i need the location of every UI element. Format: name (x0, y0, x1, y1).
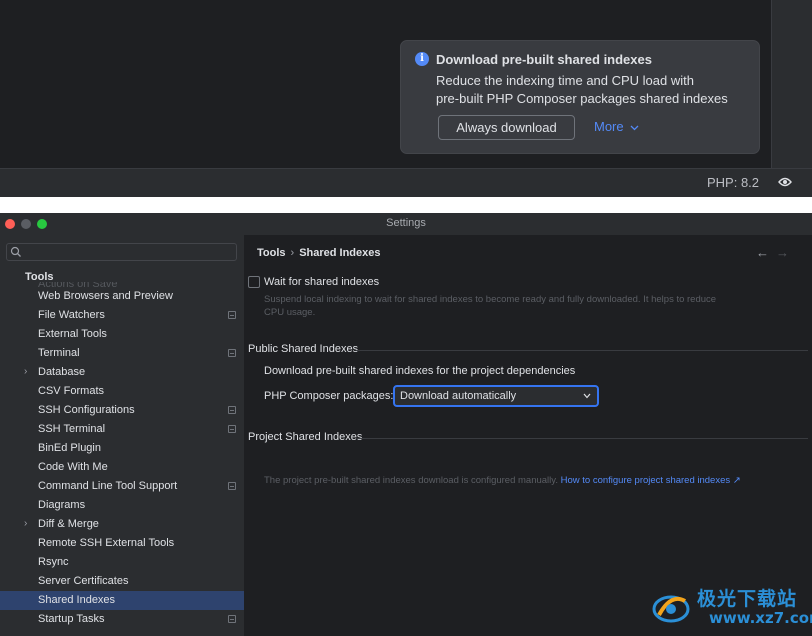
sidebar-item-label: Command Line Tool Support (38, 480, 178, 492)
wait-shared-indexes-description: Suspend local indexing to wait for share… (264, 294, 717, 318)
sidebar-item-label: BinEd Plugin (38, 442, 101, 454)
project-level-icon (228, 406, 236, 414)
project-section-title: Project Shared Indexes (248, 431, 363, 443)
sidebar-item[interactable]: SSH Terminal (0, 420, 244, 439)
sidebar-item[interactable]: Code With Me (0, 458, 244, 477)
window-title: Settings (386, 217, 426, 229)
eye-icon[interactable] (778, 177, 792, 187)
sidebar-item[interactable]: Startup Tasks (0, 610, 244, 629)
project-level-icon (228, 615, 236, 623)
status-bar (0, 169, 812, 197)
php-version-widget[interactable]: PHP: 8.2 (707, 175, 759, 190)
watermark-text: 极光下载站 (697, 588, 798, 610)
sidebar-item-label: SSH Configurations (38, 404, 135, 416)
sidebar-item-label: Shared Indexes (38, 594, 116, 606)
sidebar-item-label: Startup Tasks (38, 613, 105, 625)
notification-body-line2: pre-built PHP Composer packages shared i… (436, 91, 728, 106)
back-arrow-icon[interactable]: ← (756, 245, 769, 260)
chevron-right-icon[interactable]: › (24, 518, 27, 529)
sidebar-item-label: Diff & Merge (38, 518, 99, 530)
sidebar-item[interactable]: CSV Formats (0, 382, 244, 401)
sidebar-item-label: Remote SSH External Tools (38, 537, 175, 549)
sidebar-item-label: SSH Terminal (38, 423, 106, 435)
sidebar-item[interactable]: BinEd Plugin (0, 439, 244, 458)
forward-arrow-icon[interactable]: → (776, 245, 789, 260)
composer-packages-label: PHP Composer packages: (264, 390, 394, 402)
project-level-icon (228, 425, 236, 433)
notification-balloon: i Download pre-built shared indexes Redu… (400, 40, 760, 154)
breadcrumb-parent[interactable]: Tools (257, 247, 286, 259)
project-section-text: The project pre-built shared indexes dow… (264, 475, 741, 486)
sidebar-item[interactable]: Web Browsers and Preview (0, 287, 244, 306)
watermark-url: www.xz7.com (709, 609, 812, 627)
sidebar-item-label: Terminal (38, 347, 80, 359)
sidebar-item[interactable]: Server Certificates (0, 572, 244, 591)
section-separator (356, 438, 808, 439)
chevron-down-icon (583, 393, 591, 399)
sidebar-item[interactable]: Rsync (0, 553, 244, 572)
sidebar-item-label: File Watchers (38, 309, 105, 321)
search-input[interactable] (27, 245, 232, 259)
notification-body: Reduce the indexing time and CPU load wi… (436, 72, 756, 108)
public-section-title: Public Shared Indexes (248, 343, 359, 355)
sidebar-item-label: CSV Formats (38, 385, 105, 397)
right-tool-strip (771, 0, 812, 168)
ide-window: PHP: 8.2 i Download pre-built shared ind… (0, 0, 812, 197)
sidebar-item-label: Web Browsers and Preview (38, 290, 173, 302)
public-section-text: Download pre-built shared indexes for th… (264, 365, 576, 377)
sidebar-item[interactable]: Command Line Tool Support (0, 477, 244, 496)
notification-body-line1: Reduce the indexing time and CPU load wi… (436, 73, 694, 88)
watermark-logo-icon (652, 595, 690, 623)
search-field[interactable] (6, 243, 237, 261)
chevron-right-icon[interactable]: › (24, 366, 27, 377)
sidebar-item-label: Code With Me (38, 461, 108, 473)
composer-packages-dropdown[interactable]: Download automatically (393, 385, 599, 407)
composer-packages-value: Download automatically (400, 390, 517, 402)
project-section-description: The project pre-built shared indexes dow… (264, 475, 558, 486)
sidebar-item[interactable]: › Database (0, 363, 244, 382)
project-level-icon (228, 311, 236, 319)
breadcrumb-separator: › (290, 247, 295, 259)
sidebar-item-label: External Tools (38, 328, 107, 340)
chevron-down-icon (630, 125, 639, 130)
breadcrumb: Tools › Shared Indexes (257, 247, 381, 259)
configure-shared-indexes-link[interactable]: How to configure project shared indexes … (561, 475, 741, 486)
sidebar-item-label: Diagrams (38, 499, 86, 511)
settings-sidebar: Actions on Save Tools Web Browsers and P… (0, 235, 244, 636)
sidebar-item[interactable]: Terminal (0, 344, 244, 363)
window-gap (0, 197, 812, 213)
sidebar-item[interactable]: External Tools (0, 325, 244, 344)
project-level-icon (228, 349, 236, 357)
sidebar-item[interactable]: SSH Configurations (0, 401, 244, 420)
sidebar-item[interactable]: › Diff & Merge (0, 515, 244, 534)
wait-shared-indexes-checkbox[interactable] (248, 276, 260, 288)
title-bar: Settings (0, 213, 812, 235)
sidebar-item[interactable]: File Watchers (0, 306, 244, 325)
notification-title: Download pre-built shared indexes (436, 52, 652, 67)
breadcrumb-current: Shared Indexes (299, 247, 381, 259)
more-label: More (594, 119, 624, 134)
sidebar-item[interactable]: Diagrams (0, 496, 244, 515)
search-icon (10, 246, 21, 257)
info-icon: i (415, 52, 429, 66)
watermark: 极光下载站 www.xz7.com (651, 583, 812, 633)
sidebar-item[interactable]: Remote SSH External Tools (0, 534, 244, 553)
more-dropdown-link[interactable]: More (594, 119, 639, 134)
section-separator (356, 350, 808, 351)
sidebar-item[interactable]: Shared Indexes (0, 591, 244, 610)
settings-window: Settings Actions on Save Tools Web Brows… (0, 213, 812, 636)
sidebar-item-label: Server Certificates (38, 575, 129, 587)
wait-shared-indexes-label[interactable]: Wait for shared indexes (264, 276, 379, 288)
sidebar-group-tools[interactable]: Tools (25, 271, 54, 283)
sidebar-item-label: Database (38, 366, 86, 378)
settings-content: Tools › Shared Indexes ← → Wait for shared… (244, 235, 812, 636)
always-download-button[interactable]: Always download (438, 115, 575, 140)
project-level-icon (228, 482, 236, 490)
sidebar-item-label: Rsync (38, 556, 69, 568)
